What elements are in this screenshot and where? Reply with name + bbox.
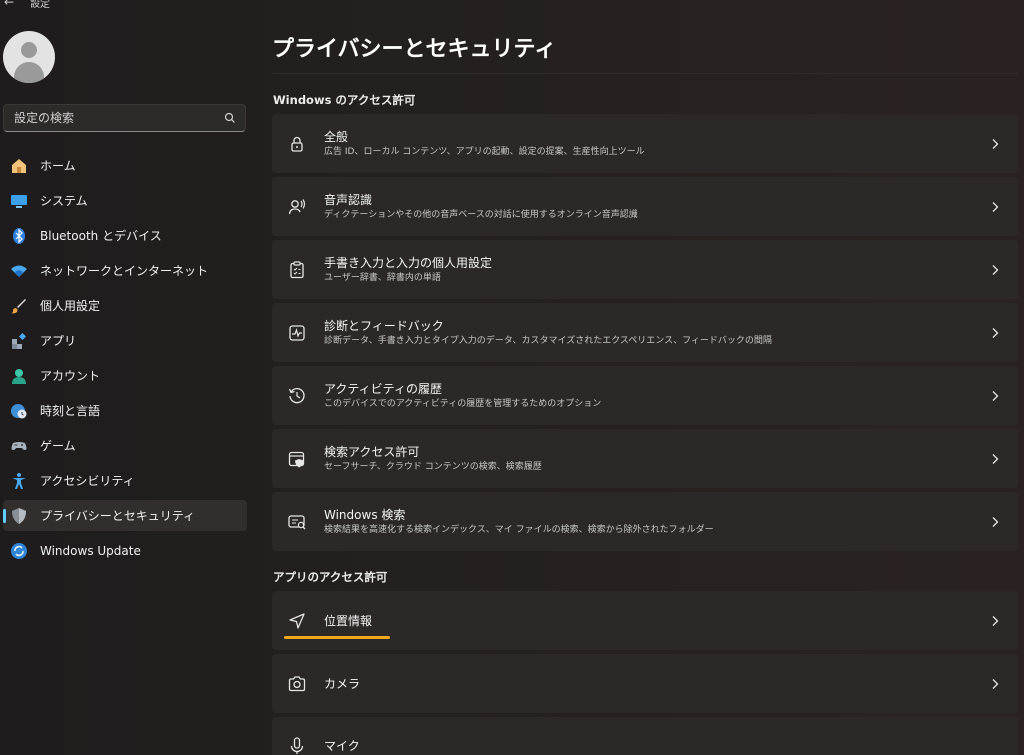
gamepad-icon (10, 437, 28, 455)
shield-icon (10, 507, 28, 525)
chevron-right-icon (986, 678, 1004, 690)
avatar[interactable] (3, 31, 55, 83)
card-speech[interactable]: 音声認識 ディクテーションやその他の音声ベースの対話に使用するオンライン音声認識 (272, 177, 1018, 236)
card-search-permissions[interactable]: 検索アクセス許可 セーフサーチ、クラウド コンテンツの検索、検索履歴 (272, 429, 1018, 488)
chevron-right-icon (986, 327, 1004, 339)
sidebar: ホーム システム Bluetooth とデバイス ネットワークとインターネット (0, 0, 255, 755)
settings-window: ← 設定 ホーム システム (0, 0, 1024, 755)
system-icon (10, 192, 28, 210)
divider (272, 73, 1018, 74)
card-title: Windows 検索 (324, 507, 406, 522)
sidebar-item-gaming[interactable]: ゲーム (3, 430, 247, 461)
chevron-right-icon (986, 201, 1004, 213)
sidebar-item-network[interactable]: ネットワークとインターネット (3, 255, 247, 286)
sidebar-item-label: アカウント (40, 369, 101, 383)
card-microphone[interactable]: マイク (272, 717, 1018, 755)
sidebar-item-accessibility[interactable]: アクセシビリティ (3, 465, 247, 496)
card-title: 検索アクセス許可 (324, 444, 420, 459)
sidebar-item-privacy-security[interactable]: プライバシーとセキュリティ (3, 500, 247, 531)
sidebar-item-label: Bluetooth とデバイス (40, 229, 162, 243)
home-icon (10, 157, 28, 175)
card-inking-typing[interactable]: 手書き入力と入力の個人用設定 ユーザー辞書、辞書内の単語 (272, 240, 1018, 299)
nav-list: ホーム システム Bluetooth とデバイス ネットワークとインターネット (3, 150, 247, 570)
clipboard-icon (287, 260, 307, 280)
sidebar-item-label: ネットワークとインターネット (40, 264, 209, 278)
sidebar-item-apps[interactable]: アプリ (3, 325, 247, 356)
sidebar-item-time-language[interactable]: 時刻と言語 (3, 395, 247, 426)
search-box[interactable] (3, 104, 246, 132)
windows-search-icon (287, 512, 307, 532)
card-camera[interactable]: カメラ (272, 654, 1018, 713)
sidebar-item-label: アプリ (40, 334, 77, 348)
chevron-right-icon (986, 516, 1004, 528)
camera-icon (287, 674, 307, 694)
card-activity-history[interactable]: アクティビティの履歴 このデバイスでのアクティビティの履歴を管理するためのオプシ… (272, 366, 1018, 425)
wifi-icon (10, 262, 28, 280)
update-icon (10, 542, 28, 560)
card-title: アクティビティの履歴 (324, 381, 442, 396)
diagnostics-icon (287, 323, 307, 343)
microphone-icon (287, 736, 307, 755)
sidebar-item-personalization[interactable]: 個人用設定 (3, 290, 247, 321)
card-subtitle: 広告 ID、ローカル コンテンツ、アプリの起動、設定の提案、生産性向上ツール (324, 146, 645, 157)
speech-icon (287, 197, 307, 217)
sidebar-item-label: ゲーム (40, 439, 76, 453)
section-heading-app-permissions: アプリのアクセス許可 (273, 570, 388, 584)
sidebar-item-label: ホーム (40, 159, 76, 173)
card-location[interactable]: 位置情報 (272, 591, 1018, 650)
sidebar-item-label: システム (40, 194, 88, 208)
location-icon (287, 611, 307, 631)
card-diagnostics[interactable]: 診断とフィードバック 診断データ、手書き入力とタイプ入力のデータ、カスタマイズさ… (272, 303, 1018, 362)
sidebar-item-label: プライバシーとセキュリティ (40, 509, 196, 523)
lock-icon (287, 134, 307, 154)
sidebar-item-label: 時刻と言語 (40, 404, 101, 418)
search-input[interactable] (12, 110, 223, 126)
globe-clock-icon (10, 402, 28, 420)
card-title: 全般 (324, 129, 349, 144)
accessibility-icon (10, 472, 28, 490)
card-title: 診断とフィードバック (324, 318, 444, 333)
card-title: マイク (324, 739, 360, 753)
brush-icon (10, 297, 28, 315)
page-title: プライバシーとセキュリティ (272, 37, 557, 62)
chevron-right-icon (986, 390, 1004, 402)
sidebar-item-label: 個人用設定 (40, 299, 101, 313)
chevron-right-icon (986, 138, 1004, 150)
sidebar-item-bluetooth[interactable]: Bluetooth とデバイス (3, 220, 247, 251)
sidebar-item-label: Windows Update (40, 543, 141, 558)
card-subtitle: 診断データ、手書き入力とタイプ入力のデータ、カスタマイズされたエクスペリエンス、… (324, 335, 772, 346)
card-windows-search[interactable]: Windows 検索 検索結果を高速化する検索インデックス、マイ ファイルの検索… (272, 492, 1018, 551)
search-permissions-icon (287, 449, 307, 469)
card-general[interactable]: 全般 広告 ID、ローカル コンテンツ、アプリの起動、設定の提案、生産性向上ツー… (272, 114, 1018, 173)
chevron-right-icon (986, 615, 1004, 627)
bluetooth-icon (10, 227, 28, 245)
section-heading-windows-permissions: Windows のアクセス許可 (273, 93, 416, 107)
card-title: 音声認識 (324, 192, 373, 207)
sidebar-item-windows-update[interactable]: Windows Update (3, 535, 247, 566)
card-subtitle: ユーザー辞書、辞書内の単語 (324, 272, 441, 283)
search-icon[interactable] (223, 111, 237, 125)
sidebar-item-accounts[interactable]: アカウント (3, 360, 247, 391)
card-subtitle: セーフサーチ、クラウド コンテンツの検索、検索履歴 (324, 461, 542, 472)
card-subtitle: 検索結果を高速化する検索インデックス、マイ ファイルの検索、検索から除外されたフ… (324, 524, 714, 535)
card-title: カメラ (324, 676, 361, 691)
sidebar-item-system[interactable]: システム (3, 185, 247, 216)
card-subtitle: このデバイスでのアクティビティの履歴を管理するためのオプション (324, 398, 602, 409)
avatar-body (14, 62, 44, 83)
sidebar-item-label: アクセシビリティ (40, 474, 135, 488)
highlight-underline (284, 636, 390, 639)
card-title: 位置情報 (324, 613, 373, 628)
chevron-right-icon (986, 264, 1004, 276)
history-icon (287, 386, 307, 406)
apps-icon (10, 332, 28, 350)
avatar-head (21, 42, 37, 58)
card-subtitle: ディクテーションやその他の音声ベースの対話に使用するオンライン音声認識 (324, 209, 638, 220)
sidebar-item-home[interactable]: ホーム (3, 150, 247, 181)
chevron-right-icon (986, 453, 1004, 465)
card-title: 手書き入力と入力の個人用設定 (324, 255, 493, 270)
account-icon (10, 367, 28, 385)
